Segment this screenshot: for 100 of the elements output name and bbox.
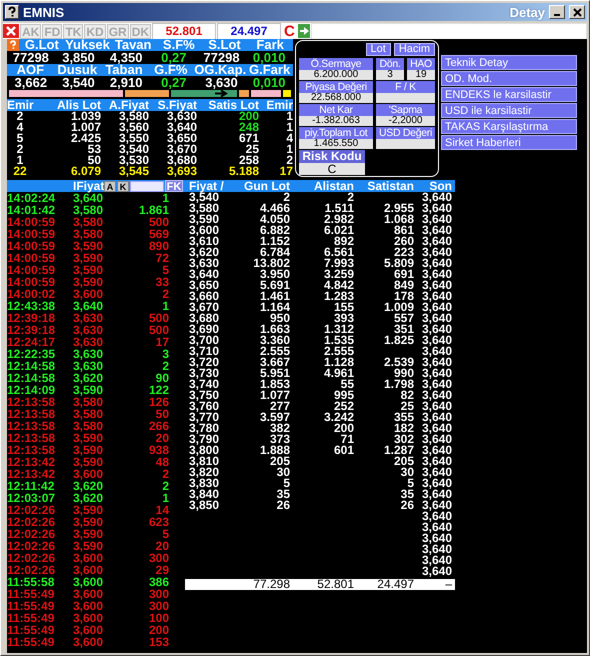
table-cell-text: 2.982 xyxy=(322,214,354,225)
table-cell-text: 182 xyxy=(392,423,414,434)
trade-time: 12:02:26 xyxy=(7,528,56,540)
table-cell-text: 3,820 xyxy=(188,467,220,478)
field-label: F / K xyxy=(376,81,435,93)
trade-time: 14:00:59 xyxy=(7,228,56,240)
trade-lot: 153 xyxy=(148,636,169,648)
trade-lot: 2 xyxy=(161,468,169,480)
trade-price: 3,600 xyxy=(72,288,104,300)
filter-field[interactable] xyxy=(130,180,164,192)
table-cell-text: 3,590 xyxy=(188,214,220,225)
table-cell-text: 2.425 xyxy=(70,133,101,144)
table-cell-text: 26 xyxy=(276,500,290,511)
trade-time: 11:55:49 xyxy=(7,588,56,600)
table-cell-text: 3,640 xyxy=(420,511,452,522)
table-cell-text: 205 xyxy=(394,456,414,467)
trade-lot: 500 xyxy=(148,312,169,324)
table-cell-text: 3,840 xyxy=(188,489,220,500)
table-cell-text: 1 xyxy=(285,111,293,122)
table-cell-text: 3,740 xyxy=(188,379,220,390)
field-label: USD Değeri xyxy=(376,127,435,139)
menu-item[interactable]: Teknik Detay xyxy=(441,55,577,70)
table-cell-text: 1 xyxy=(285,122,293,133)
panel-button[interactable]: Hacim xyxy=(394,43,435,56)
table-cell-text: 3,790 xyxy=(188,434,220,445)
table-cell-text: 3,640 xyxy=(420,456,452,467)
table-cell-text: 1 xyxy=(285,144,293,155)
table-cell-text: 3,580 xyxy=(118,111,149,122)
table-cell-text: 3,560 xyxy=(118,122,149,133)
trade-price: 3,630 xyxy=(72,336,104,348)
menu-item[interactable]: USD ile karsilastir xyxy=(441,103,577,118)
table-cell-text: 1.152 xyxy=(258,236,290,247)
menu-item[interactable]: TAKAS Karşılaştırma xyxy=(441,119,577,134)
table-cell-text: 3,640 xyxy=(420,258,452,269)
table-cell-text: 3,640 xyxy=(420,225,452,236)
input-field[interactable] xyxy=(310,22,587,40)
table-cell-text: 691 xyxy=(394,269,414,280)
menu-item[interactable]: Sirket Haberleri xyxy=(441,135,577,150)
close-icon[interactable] xyxy=(3,24,19,38)
table-cell-text: 1.511 xyxy=(324,203,354,214)
table-cell-text: 3,640 xyxy=(420,192,452,203)
trade-price: 3,620 xyxy=(72,492,104,504)
table-cell-text: 1.312 xyxy=(322,324,354,335)
table-cell-text: 3,640 xyxy=(420,280,452,291)
trade-price: 3,590 xyxy=(72,540,104,552)
table-cell-text: 2 xyxy=(347,192,354,203)
trade-time: 12:14:09 xyxy=(7,384,56,396)
field-value: 22.568.000 xyxy=(299,93,373,103)
table-cell-text: 3,850 xyxy=(188,500,220,511)
table-cell-text: 3,600 xyxy=(188,225,220,236)
table-cell-text: 248 xyxy=(238,122,259,133)
column-header[interactable]: Gun Lot xyxy=(233,180,290,192)
total-cell-text: 3,545 xyxy=(118,166,149,177)
column-header: S.Fiyat xyxy=(156,99,197,111)
trade-lot: 50 xyxy=(154,408,169,420)
field-label: Dön. xyxy=(376,58,404,70)
table-cell-text: 3,640 xyxy=(420,357,452,368)
trade-lot: 500 xyxy=(148,324,169,336)
table-cell-text: 2.555 xyxy=(322,346,354,357)
table-cell-text: 3,750 xyxy=(188,390,220,401)
total-cell-text: 52.801 xyxy=(316,579,354,590)
column-header[interactable]: Fiyat / xyxy=(185,180,233,192)
table-cell-text: 3.950 xyxy=(260,269,290,280)
table-cell-text: 3,640 xyxy=(420,478,452,489)
filter-button[interactable]: K xyxy=(117,180,129,192)
panel-button[interactable]: Lot xyxy=(366,43,391,56)
trade-price: 3,580 xyxy=(72,228,104,240)
minimize-button[interactable] xyxy=(549,5,565,19)
filter-button[interactable]: A xyxy=(104,180,116,192)
table-cell-text: 373 xyxy=(270,434,290,445)
column-header[interactable]: Satistan xyxy=(354,180,414,192)
arrow-icon[interactable] xyxy=(298,24,310,38)
table-cell-text: 3,640 xyxy=(420,500,452,511)
column-header[interactable]: Alistan xyxy=(290,180,354,192)
table-cell-text: 892 xyxy=(334,236,354,247)
column-header: Tavan xyxy=(114,39,152,51)
table-cell-text: 3,670 xyxy=(188,302,220,313)
column-header[interactable]: Son xyxy=(414,180,452,192)
filter-button[interactable]: FK xyxy=(165,180,183,192)
total-cell-text: 22 xyxy=(12,166,28,177)
table-cell-text: 2 xyxy=(283,192,290,203)
table-cell-text: 277 xyxy=(270,401,290,412)
close-button[interactable] xyxy=(569,5,585,19)
trade-time: 12:24:17 xyxy=(7,336,56,348)
trade-price: 3,600 xyxy=(72,612,104,624)
table-cell-text: 1.009 xyxy=(382,302,414,313)
trade-time: 14:00:59 xyxy=(7,252,56,264)
trade-time: 14:01:42 xyxy=(7,204,56,216)
column-header: AOF xyxy=(16,64,44,76)
menu-item[interactable]: ENDEKS le karsilastir xyxy=(441,87,577,102)
column-header: OG.Kap. xyxy=(194,64,246,76)
table-cell-text: 3,640 xyxy=(188,269,220,280)
trade-price: 3,630 xyxy=(72,312,104,324)
menu-item[interactable]: OD. Mod. xyxy=(441,71,577,86)
trade-price: 3,620 xyxy=(72,480,104,492)
help-icon[interactable] xyxy=(5,5,19,19)
table-cell-text: 3,800 xyxy=(188,445,220,456)
field-value: 6.200.000 xyxy=(299,70,373,80)
empty-field xyxy=(376,139,435,149)
table-cell-text: 3,640 xyxy=(420,467,452,478)
